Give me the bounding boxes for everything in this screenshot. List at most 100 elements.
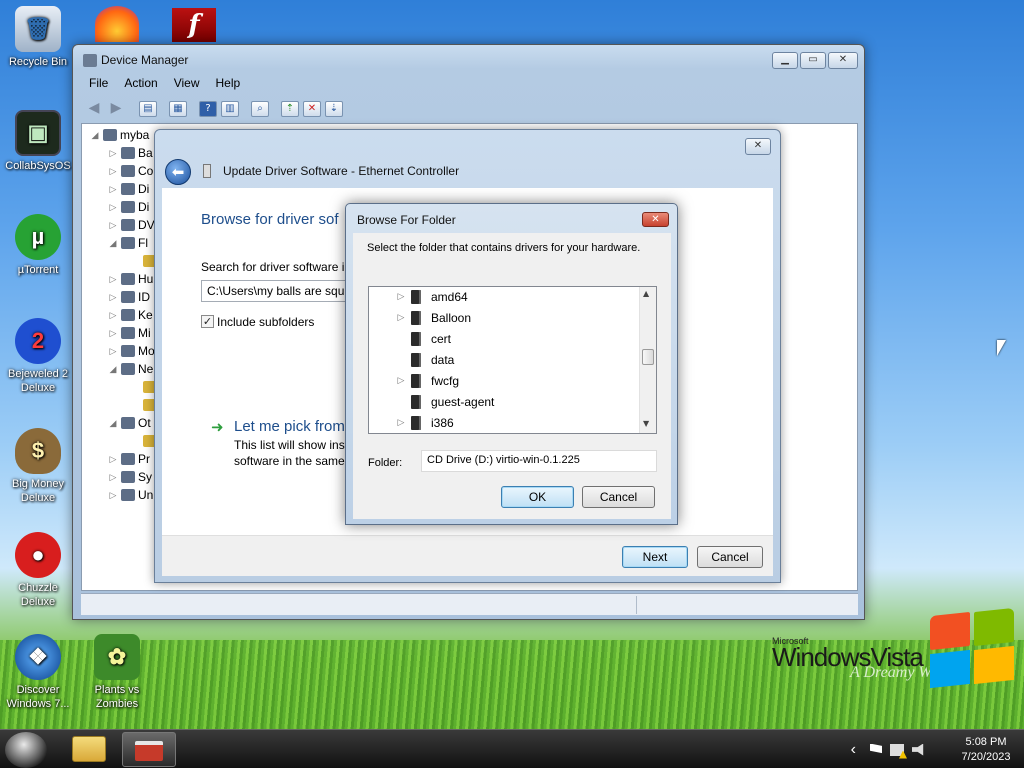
menu-view[interactable]: View — [166, 73, 208, 95]
expand-arrow-icon[interactable]: ▷ — [108, 490, 118, 501]
explorer-taskbar-icon[interactable] — [72, 736, 106, 762]
next-button[interactable]: Next — [622, 546, 688, 568]
uninstall-icon[interactable]: ✕ — [303, 101, 321, 117]
expand-arrow-icon[interactable]: ▷ — [108, 274, 118, 285]
expand-arrow-icon[interactable]: ▷ — [108, 292, 118, 303]
device-manager-taskbar-button[interactable] — [122, 732, 176, 767]
back-arrow-icon[interactable]: ◀ — [85, 101, 103, 117]
desktop-icon-recycle-bin[interactable]: 🗑 Recycle Bin — [0, 6, 76, 69]
wizard-cancel-button[interactable]: Cancel — [697, 546, 763, 568]
expand-arrow-icon[interactable]: ▷ — [108, 328, 118, 339]
folder-item[interactable]: cert — [397, 328, 451, 349]
expand-arrow-icon[interactable]: ▷ — [108, 472, 118, 483]
desktop-icon-utorrent[interactable]: µ µTorrent — [0, 214, 76, 277]
clock[interactable]: 5:08 PM 7/20/2023 — [948, 735, 1024, 765]
desktop-icon-plants-vs-zombies[interactable]: ✿ Plants vs Zombies — [79, 634, 155, 711]
folder-item[interactable]: ▷ fwcfg — [397, 370, 459, 391]
update-driver-icon[interactable]: ⇡ — [281, 101, 299, 117]
close-button[interactable]: ✕ — [828, 52, 858, 69]
show-hide-tree-icon[interactable]: ▤ — [139, 101, 157, 117]
expand-arrow-icon[interactable]: ▷ — [108, 310, 118, 321]
tree-item[interactable]: ▷ Hu — [108, 270, 154, 288]
desktop-icon-bejeweled[interactable]: 2 Bejeweled 2 Deluxe — [0, 318, 76, 395]
tree-item[interactable]: ◢ Ne — [108, 360, 154, 378]
menu-file[interactable]: File — [81, 73, 116, 95]
expand-arrow-icon[interactable]: ▷ — [108, 202, 118, 213]
tree-item[interactable]: ▷ Sy — [108, 468, 152, 486]
expand-arrow-icon[interactable]: ◢ — [108, 238, 118, 249]
folder-path-field[interactable]: CD Drive (D:) virtio-win-0.1.225 — [421, 450, 657, 472]
menu-help[interactable]: Help — [208, 73, 249, 95]
expand-arrow-icon[interactable]: ▷ — [108, 346, 118, 357]
expand-arrow-icon[interactable]: ▷ — [108, 148, 118, 159]
folder-item[interactable]: ▷ Balloon — [397, 307, 471, 328]
device-category-icon — [121, 309, 135, 321]
tree-item[interactable]: ▷ Un — [108, 486, 154, 504]
expand-arrow-icon[interactable]: ◢ — [108, 418, 118, 429]
tree-item[interactable]: ▷ ID — [108, 288, 150, 306]
expand-arrow-icon[interactable]: ▷ — [108, 454, 118, 465]
help-icon[interactable]: ? — [199, 101, 217, 117]
dialog-cancel-button[interactable]: Cancel — [582, 486, 655, 508]
maximize-button[interactable]: ▭ — [800, 52, 826, 69]
include-subfolders-checkbox[interactable]: ✓ — [201, 315, 214, 328]
back-button-icon[interactable]: ⬅ — [165, 159, 191, 185]
desktop-icon-collabsysos[interactable]: ▣ CollabSysOS — [0, 110, 76, 173]
folder-tree[interactable]: ▷ amd64 ▷ Balloon cert data ▷ fwcfg guest-agent ▷… — [368, 286, 657, 434]
ok-button[interactable]: OK — [501, 486, 574, 508]
disable-icon[interactable]: ⇣ — [325, 101, 343, 117]
dialog-close-button[interactable]: ✕ — [642, 212, 669, 227]
action-center-flag-icon[interactable] — [870, 743, 882, 754]
folder-item[interactable]: ▷ amd64 — [397, 286, 468, 307]
volume-muted-icon[interactable] — [912, 743, 924, 756]
menu-action[interactable]: Action — [116, 73, 165, 95]
collapse-arrow-icon[interactable]: ◢ — [90, 130, 100, 141]
folder-item[interactable]: data — [397, 349, 454, 370]
tree-item[interactable]: ▷ Ke — [108, 306, 153, 324]
let-me-pick-link[interactable]: Let me pick from — [234, 418, 345, 435]
expand-arrow-icon[interactable]: ▷ — [108, 166, 118, 177]
tree-item[interactable]: ▷ Co — [108, 162, 154, 180]
tree-item[interactable]: ▷ Ba — [108, 144, 153, 162]
start-button[interactable] — [5, 732, 47, 768]
folder-item[interactable]: guest-agent — [397, 391, 494, 412]
folder-scrollbar[interactable]: ▲ ▼ — [639, 287, 656, 433]
network-warning-icon[interactable] — [890, 743, 907, 759]
expand-arrow-icon[interactable]: ▷ — [108, 184, 118, 195]
expand-arrow-icon[interactable]: ▷ — [397, 291, 405, 302]
expand-arrow-icon[interactable]: ▷ — [397, 417, 405, 428]
desktop-icon-chuzzle[interactable]: ● Chuzzle Deluxe — [0, 532, 76, 609]
tree-item[interactable]: ◢ Ot — [108, 414, 151, 432]
firefox-icon[interactable] — [95, 6, 139, 42]
forward-arrow-icon[interactable]: ▶ — [107, 101, 125, 117]
tree-item[interactable]: ▷ Pr — [108, 450, 150, 468]
tree-item-label: Di — [138, 182, 150, 196]
driver-path-input[interactable]: C:\Users\my balls are squis — [201, 280, 361, 302]
tree-root[interactable]: ◢ myba — [90, 126, 150, 144]
show-hidden-icons-chevron[interactable]: ‹ — [851, 741, 856, 759]
view-icon[interactable]: ▥ — [221, 101, 239, 117]
expand-arrow-icon[interactable]: ◢ — [108, 364, 118, 375]
expand-arrow-icon[interactable]: ▷ — [397, 312, 405, 323]
expand-arrow-icon[interactable]: ▷ — [397, 375, 405, 386]
scroll-thumb[interactable] — [642, 349, 654, 365]
folder-item[interactable]: ▷ i386 — [397, 412, 454, 433]
properties-icon[interactable]: ▦ — [169, 101, 187, 117]
expand-arrow-icon[interactable]: ▷ — [108, 220, 118, 231]
tree-item[interactable]: ▷ Di — [108, 180, 150, 198]
desktop-icon-big-money[interactable]: $ Big Money Deluxe — [0, 428, 76, 505]
tree-item[interactable]: ▷ Mi — [108, 324, 151, 342]
tree-item[interactable]: ▷ DV — [108, 216, 155, 234]
device-category-icon — [121, 489, 135, 501]
tree-item[interactable]: ▷ Mo — [108, 342, 155, 360]
tree-item[interactable]: ◢ Fl — [108, 234, 148, 252]
minimize-button[interactable]: ▁ — [772, 52, 798, 69]
flash-player-icon[interactable]: f — [172, 8, 216, 42]
scroll-down-arrow-icon[interactable]: ▼ — [643, 419, 649, 428]
wizard-close-button[interactable]: ✕ — [745, 138, 771, 155]
scroll-up-arrow-icon[interactable]: ▲ — [643, 289, 649, 298]
scan-hardware-icon[interactable]: ⌕ — [251, 101, 269, 117]
desktop-icon-discover-windows[interactable]: ❖ Discover Windows 7... — [0, 634, 76, 711]
tree-item[interactable]: ▷ Di — [108, 198, 150, 216]
recycle-bin-icon: 🗑 — [15, 6, 61, 52]
